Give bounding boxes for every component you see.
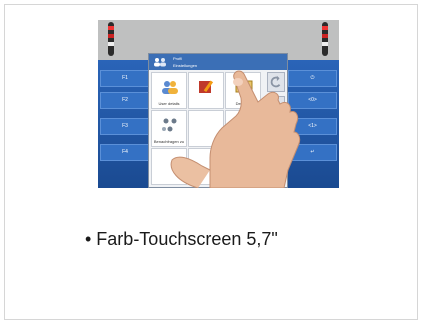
- touchscreen-photo: F1 F2 F3 F4 ⏻ <0> <1> ↵ Profil Einstellu…: [98, 20, 339, 188]
- hand-touching-screen-icon: [170, 70, 301, 188]
- feature-caption: • Farb-Touchscreen 5,7": [85, 229, 278, 249]
